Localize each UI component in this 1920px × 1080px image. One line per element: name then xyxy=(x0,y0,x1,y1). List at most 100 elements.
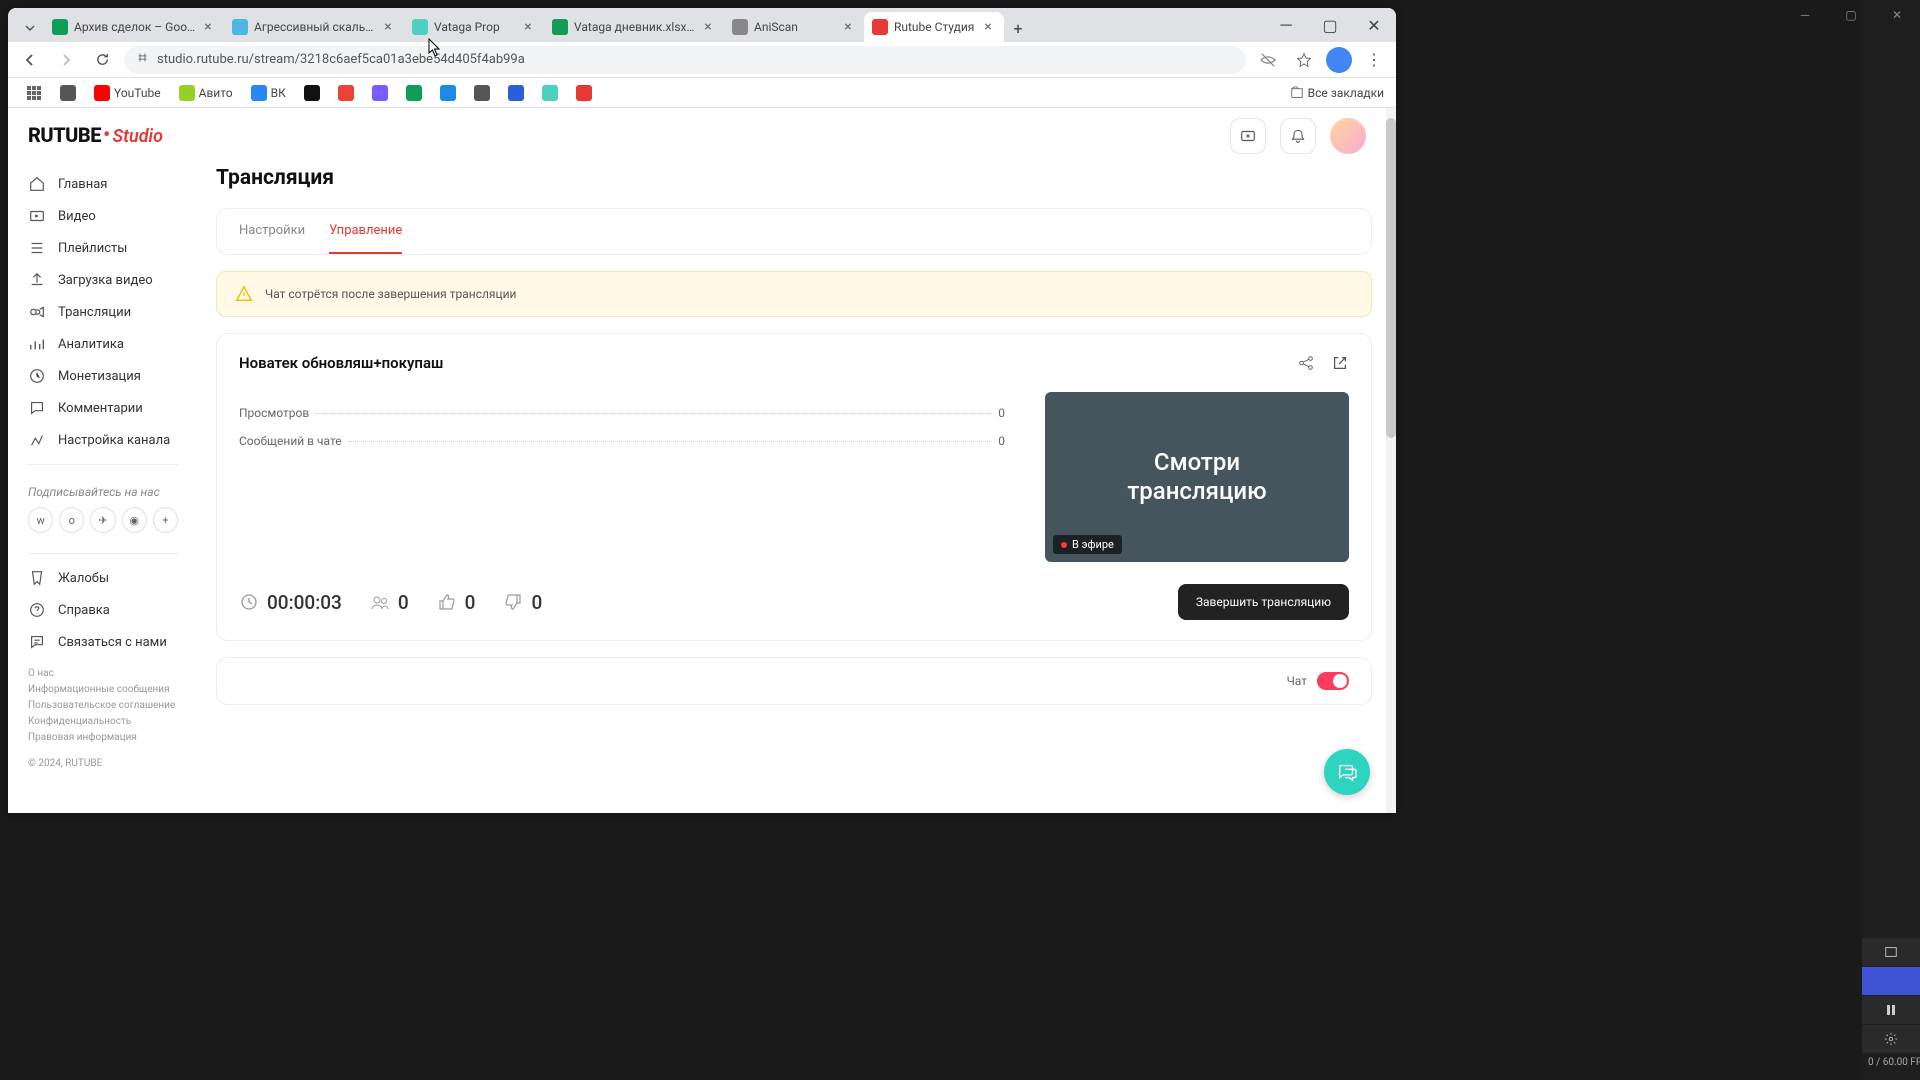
sidebar-item-8[interactable]: Настройка канала xyxy=(8,424,198,456)
tab-menu-button[interactable] xyxy=(16,14,44,42)
tab-manage[interactable]: Управление xyxy=(329,209,402,254)
footer-link-3[interactable]: Конфиденциальность xyxy=(28,714,178,730)
footer-link-1[interactable]: Информационные сообщения xyxy=(28,682,178,698)
tracking-icon[interactable] xyxy=(1254,46,1282,74)
chat-toggle[interactable] xyxy=(1317,672,1349,690)
tab-close-icon[interactable]: × xyxy=(520,19,536,35)
outer-minimize[interactable]: ─ xyxy=(1782,0,1828,30)
browser-tab-5[interactable]: Rutube Студия × xyxy=(864,12,1004,42)
sidebar-item-6[interactable]: Монетизация xyxy=(8,360,198,392)
tab-settings[interactable]: Настройки xyxy=(239,209,305,254)
sidebar-footer: О насИнформационные сообщенияПользовател… xyxy=(8,658,198,754)
url-field[interactable]: studio.rutube.ru/stream/3218c6aef5ca01a3… xyxy=(124,46,1246,74)
new-tab-button[interactable]: + xyxy=(1004,14,1032,42)
bookmark-12[interactable] xyxy=(570,82,598,104)
browser-tab-1[interactable]: Агрессивный скальпинг — Ян... × xyxy=(224,12,404,42)
close-window-button[interactable]: ✕ xyxy=(1352,8,1396,42)
warning-icon xyxy=(235,285,253,303)
sidebar-icon xyxy=(28,367,46,385)
sidebar-bottom-1[interactable]: Справка xyxy=(8,594,198,626)
footer-link-2[interactable]: Пользовательское соглашение xyxy=(28,698,178,714)
sidebar-bottom-2[interactable]: Связаться с нами xyxy=(8,626,198,658)
browser-tab-4[interactable]: AniScan × xyxy=(724,12,864,42)
bookmark-7[interactable] xyxy=(400,82,428,104)
site-info-icon[interactable] xyxy=(136,51,149,68)
bookmark-5[interactable] xyxy=(332,82,360,104)
browser-menu-icon[interactable]: ⋮ xyxy=(1360,46,1388,74)
footer-link-0[interactable]: О нас xyxy=(28,666,178,682)
profile-avatar[interactable] xyxy=(1326,47,1352,73)
end-stream-button[interactable]: Завершить трансляцию xyxy=(1178,584,1349,620)
sidebar-item-1[interactable]: Видео xyxy=(8,200,198,232)
bookmark-3[interactable]: ВК xyxy=(245,82,292,104)
social-telegram[interactable]: ✈ xyxy=(90,507,115,533)
bookmark-6[interactable] xyxy=(366,82,394,104)
sidebar-item-4[interactable]: Трансляции xyxy=(8,296,198,328)
sidebar-item-5[interactable]: Аналитика xyxy=(8,328,198,360)
tab-favicon xyxy=(232,19,248,35)
social-ok[interactable]: o xyxy=(59,507,84,533)
bookmark-8[interactable] xyxy=(434,82,462,104)
footer-link-4[interactable]: Правовая информация xyxy=(28,730,178,746)
forward-button[interactable] xyxy=(52,46,80,74)
bookmark-4[interactable] xyxy=(298,82,326,104)
browser-tab-3[interactable]: Vataga дневник.xlsx - Google × xyxy=(544,12,724,42)
metric-duration: 00:00:03 xyxy=(239,591,342,614)
bookmark-0[interactable] xyxy=(54,82,82,104)
obs-panel-button-2[interactable] xyxy=(1862,967,1920,995)
bookmark-icon xyxy=(542,85,558,101)
reload-button[interactable] xyxy=(88,46,116,74)
tab-close-icon[interactable]: × xyxy=(840,19,856,35)
support-chat-button[interactable] xyxy=(1324,749,1370,795)
scrollbar[interactable] xyxy=(1386,108,1396,813)
obs-pause-button[interactable] xyxy=(1862,996,1920,1024)
social-vk[interactable]: w xyxy=(28,507,53,533)
obs-panel-button-1[interactable] xyxy=(1862,938,1920,966)
bookmark-star-icon[interactable] xyxy=(1290,46,1318,74)
social-more[interactable]: + xyxy=(153,507,178,533)
upload-button[interactable] xyxy=(1230,118,1266,154)
bookmark-icon xyxy=(304,85,320,101)
apps-button[interactable] xyxy=(20,82,48,104)
bookmark-icon xyxy=(440,85,456,101)
tab-close-icon[interactable]: × xyxy=(700,19,716,35)
tab-close-icon[interactable]: × xyxy=(200,19,216,35)
obs-panel: 0 / 60.00 FPS xyxy=(1862,0,1920,1080)
chat-label: Чат xyxy=(1287,674,1307,688)
back-button[interactable] xyxy=(16,46,44,74)
sidebar-item-7[interactable]: Комментарии xyxy=(8,392,198,424)
tab-favicon xyxy=(412,19,428,35)
tab-close-icon[interactable]: × xyxy=(980,19,996,35)
user-avatar[interactable] xyxy=(1330,118,1366,154)
main-content: Трансляция Настройки Управление Чат сотр… xyxy=(198,108,1396,813)
bookmark-2[interactable]: Авито xyxy=(173,82,239,104)
bookmark-1[interactable]: YouTube xyxy=(88,82,167,104)
outer-close[interactable]: ✕ xyxy=(1874,0,1920,30)
bookmark-icon xyxy=(576,85,592,101)
tab-close-icon[interactable]: × xyxy=(380,19,396,35)
maximize-button[interactable]: ▢ xyxy=(1308,8,1352,42)
sidebar-icon xyxy=(28,207,46,225)
bookmark-10[interactable] xyxy=(502,82,530,104)
browser-tab-2[interactable]: Vataga Prop × xyxy=(404,12,544,42)
obs-settings-button[interactable] xyxy=(1862,1025,1920,1053)
sidebar-item-2[interactable]: Плейлисты xyxy=(8,232,198,264)
sidebar-item-3[interactable]: Загрузка видео xyxy=(8,264,198,296)
bookmark-9[interactable] xyxy=(468,82,496,104)
external-link-icon[interactable] xyxy=(1331,354,1349,376)
stream-preview[interactable]: Смотри трансляцию В эфире xyxy=(1045,392,1349,562)
bookmark-11[interactable] xyxy=(536,82,564,104)
social-viber[interactable]: ◉ xyxy=(122,507,147,533)
notifications-button[interactable] xyxy=(1280,118,1316,154)
url-text: studio.rutube.ru/stream/3218c6aef5ca01a3… xyxy=(157,52,525,67)
all-bookmarks-button[interactable]: Все закладки xyxy=(1290,86,1384,100)
minimize-button[interactable]: ─ xyxy=(1264,8,1308,42)
sidebar-bottom-0[interactable]: Жалобы xyxy=(8,562,198,594)
logo[interactable]: RUTUBE•Studio xyxy=(28,123,163,148)
browser-tab-0[interactable]: Архив сделок – Google Диск × xyxy=(44,12,224,42)
sidebar-item-0[interactable]: Главная xyxy=(8,168,198,200)
share-icon[interactable] xyxy=(1297,354,1315,376)
outer-maximize[interactable]: ▢ xyxy=(1828,0,1874,30)
bookmark-icon xyxy=(508,85,524,101)
bookmark-icon xyxy=(474,85,490,101)
